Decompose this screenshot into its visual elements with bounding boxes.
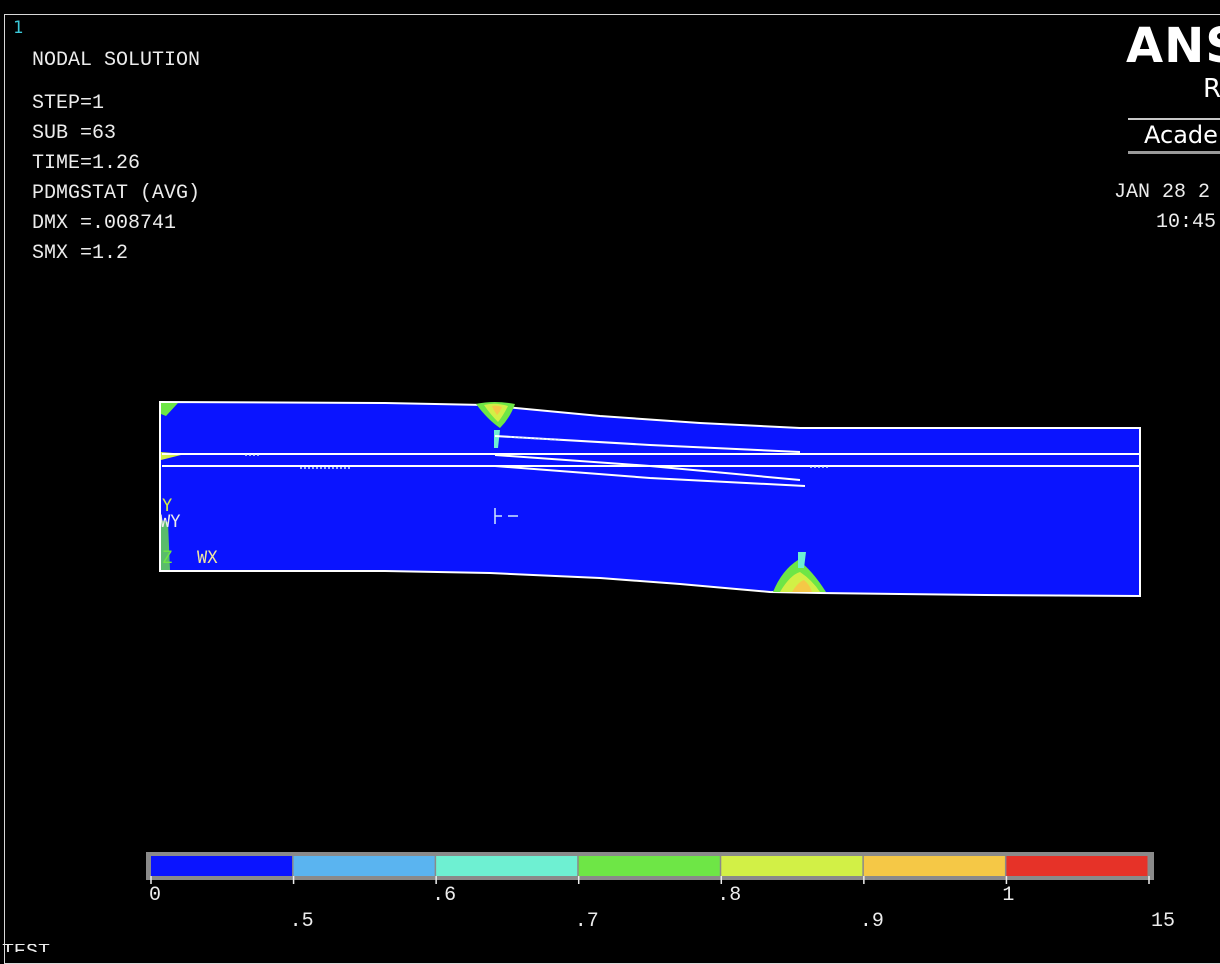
- legend-label: .5: [290, 910, 314, 933]
- beam-contour-body: [159, 400, 1141, 598]
- legend-cell: [863, 856, 1005, 876]
- legend-cell: [151, 856, 293, 876]
- triad-wy-label: WY: [160, 512, 180, 532]
- contour-legend: 0 .5 .6 .7 .8 .9 1 15: [146, 852, 1175, 933]
- legend-label: 15: [1151, 910, 1175, 933]
- legend-label: .6: [432, 884, 456, 907]
- legend-label: 0: [149, 884, 161, 907]
- footer-title: TEST: [2, 944, 50, 952]
- footer-text: TEST: [0, 944, 60, 952]
- legend-label: .9: [860, 910, 884, 933]
- triad-z-label: Z: [162, 548, 172, 568]
- legend-label: .7: [575, 910, 599, 933]
- contour-plot-area: Y WY Z WX 0.5.6.7.8.9115: [146, 400, 1175, 933]
- legend-cell: [1006, 856, 1148, 876]
- legend-cell: [578, 856, 720, 876]
- legend-cell: [293, 856, 435, 876]
- legend-label: .8: [717, 884, 741, 907]
- legend-cell: [436, 856, 578, 876]
- legend-cell: [721, 856, 863, 876]
- triad-wx-label: WX: [197, 548, 218, 568]
- legend-label: 1: [1002, 884, 1014, 907]
